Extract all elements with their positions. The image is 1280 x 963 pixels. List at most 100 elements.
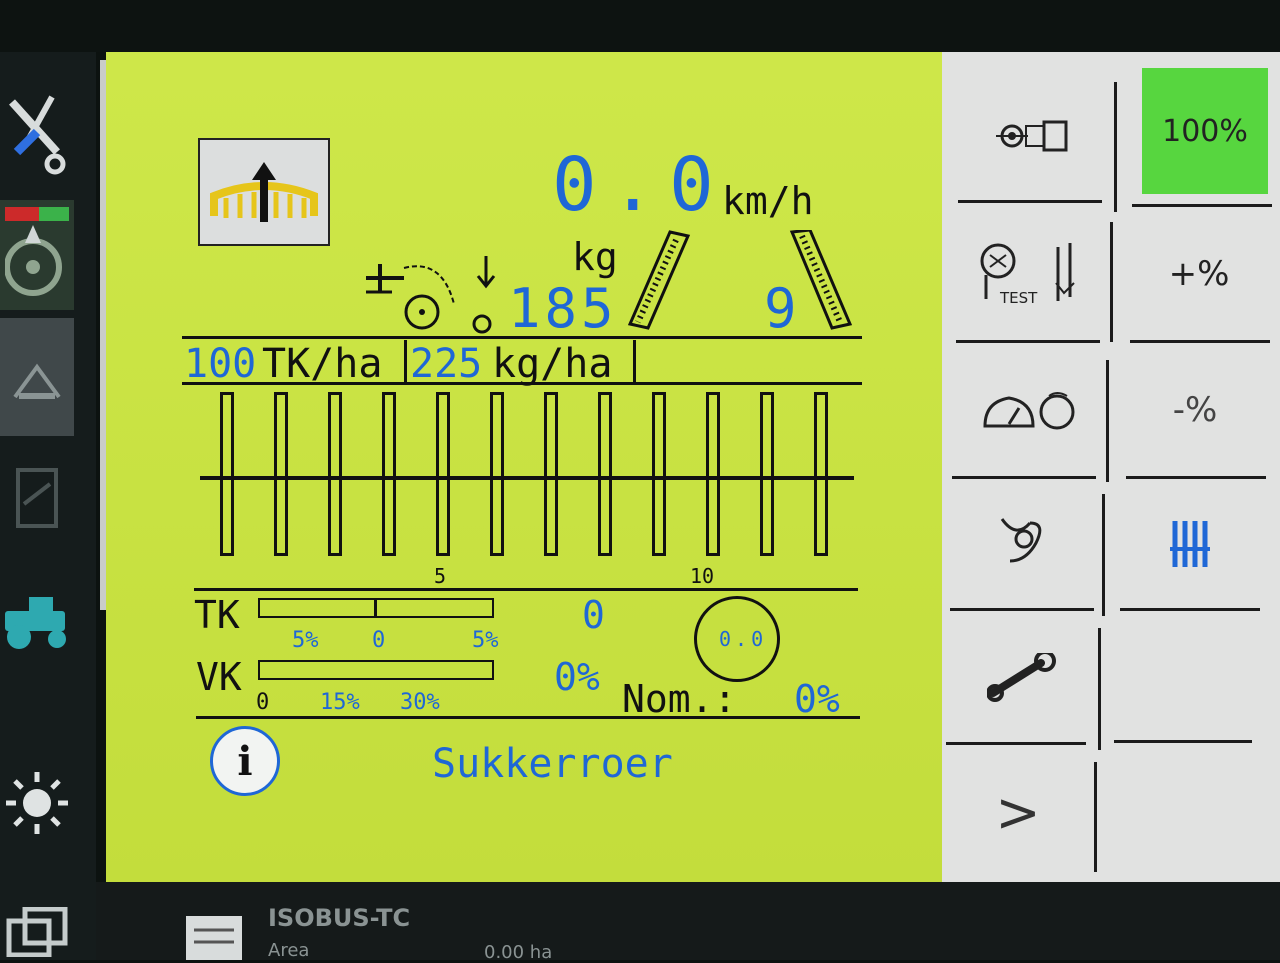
guidance-button[interactable] [0, 200, 74, 310]
sk-divider [1110, 222, 1113, 342]
rate-100-label: 100% [1162, 113, 1248, 149]
vk-label: VK [196, 655, 242, 699]
document-icon [16, 468, 58, 528]
speed-unit: km/h [722, 179, 814, 223]
settings-button[interactable] [0, 72, 74, 192]
tk-bar [258, 598, 494, 618]
speed-source-softkey[interactable] [956, 348, 1102, 472]
row-unit[interactable] [760, 392, 774, 556]
documentation-button[interactable] [0, 444, 74, 554]
rate-divider [404, 340, 407, 384]
dial-value: 0.0 [719, 627, 768, 651]
test-icon: TEST [978, 239, 1088, 309]
rows-icon [1170, 521, 1210, 567]
row-unit[interactable] [814, 392, 828, 556]
row-units [200, 392, 854, 562]
sk-separator [950, 608, 1094, 611]
camera-softkey[interactable] [958, 76, 1108, 196]
row-unit[interactable] [652, 392, 666, 556]
lift-button[interactable] [198, 138, 330, 246]
rate-divider-2 [633, 340, 636, 384]
row-unit[interactable] [274, 392, 288, 556]
softkey-panel: 100% TEST +% -% > [942, 52, 1280, 882]
sk-separator [1114, 740, 1252, 743]
settings-softkey[interactable] [950, 618, 1094, 738]
rate-minus-label: -% [1172, 390, 1218, 430]
windows-icon [6, 907, 68, 957]
info-button[interactable]: i [210, 726, 280, 796]
empty-softkey-2[interactable] [1112, 752, 1246, 872]
seeder-tramline-icon [366, 256, 496, 334]
hopper-value: 185 [508, 277, 618, 340]
sk-separator [952, 476, 1096, 479]
tk-bar-center [374, 598, 377, 618]
tk-scale-right: 5% [472, 628, 499, 653]
hydraulic-softkey[interactable] [954, 484, 1098, 604]
brightness-button[interactable] [0, 758, 74, 848]
rate-kg-field[interactable]: 225 kg/ha [408, 340, 634, 384]
vk-value: 0% [554, 655, 600, 699]
brightness-icon [6, 772, 68, 834]
sk-divider [1102, 494, 1105, 616]
area-label: Area [268, 940, 310, 961]
nom-value: 0% [794, 677, 840, 721]
tractor-button[interactable] [0, 578, 74, 668]
row-unit[interactable] [220, 392, 234, 556]
sk-divider [1106, 360, 1109, 482]
row-unit[interactable] [544, 392, 558, 556]
rate-minus-softkey[interactable]: -% [1130, 348, 1260, 472]
rate-kg-value: 225 [410, 341, 483, 387]
main-screen: 0.0 km/h kg 185 9 100 TK/ha 225 kg/ha 5 … [106, 52, 942, 882]
empty-softkey[interactable] [1118, 618, 1248, 738]
row-unit[interactable] [706, 392, 720, 556]
sk-separator [956, 340, 1100, 343]
tramline-left-icon [627, 230, 691, 330]
spanner-icon [987, 653, 1056, 702]
vk-scale-left: 0 [256, 690, 270, 715]
seeder-app-button[interactable] [0, 318, 74, 436]
row-unit[interactable] [436, 392, 450, 556]
device-bezel-top [0, 0, 1280, 52]
tractor-icon [5, 597, 66, 649]
row-bottom-line [194, 588, 858, 591]
vk-scale-mid: 15% [320, 690, 360, 715]
wrench-screwdriver-icon [9, 95, 66, 175]
sk-separator [946, 742, 1086, 745]
rate-plus-softkey[interactable]: +% [1134, 212, 1264, 336]
seeder-icon [13, 363, 61, 399]
row-unit[interactable] [490, 392, 504, 556]
camera-icon [996, 120, 1068, 152]
row-bar [200, 476, 854, 480]
sk-separator [1120, 608, 1260, 611]
speed-value: 0.0 [552, 142, 728, 228]
rate-tk-value: 100 [184, 341, 257, 387]
lift-arrow-icon [210, 162, 318, 222]
left-dock [0, 52, 96, 960]
row-unit[interactable] [382, 392, 396, 556]
rate-kg-unit: kg/ha [492, 341, 613, 387]
test-label: TEST [1000, 289, 1038, 307]
rate-100-softkey[interactable]: 100% [1142, 68, 1268, 194]
speedometer-icon [983, 392, 1075, 430]
info-icon: i [237, 737, 253, 785]
sk-divider [1098, 628, 1101, 750]
dial[interactable]: 0.0 [694, 596, 780, 682]
rate-bottom-line [182, 382, 862, 385]
bottom-status-bar: ISOBUS-TC Area 0.00 ha [96, 882, 1280, 963]
task-document-icon [186, 916, 242, 960]
window-switch-button[interactable] [0, 904, 74, 960]
vk-scale-right: 30% [400, 690, 440, 715]
rate-plus-label: +% [1168, 254, 1230, 294]
row-unit[interactable] [328, 392, 342, 556]
hopper-unit: kg [572, 235, 618, 279]
next-page-softkey[interactable]: > [946, 752, 1090, 872]
tk-scale-left: 5% [292, 628, 319, 653]
nom-label: Nom.: [622, 677, 737, 721]
calibration-test-softkey[interactable]: TEST [958, 212, 1108, 336]
row-scale-5: 5 [434, 564, 447, 588]
status-line [196, 716, 860, 719]
sections-softkey[interactable] [1124, 484, 1256, 604]
rate-tk-field[interactable]: 100 TK/ha [182, 340, 404, 384]
row-unit[interactable] [598, 392, 612, 556]
app-name: ISOBUS-TC [268, 904, 411, 932]
